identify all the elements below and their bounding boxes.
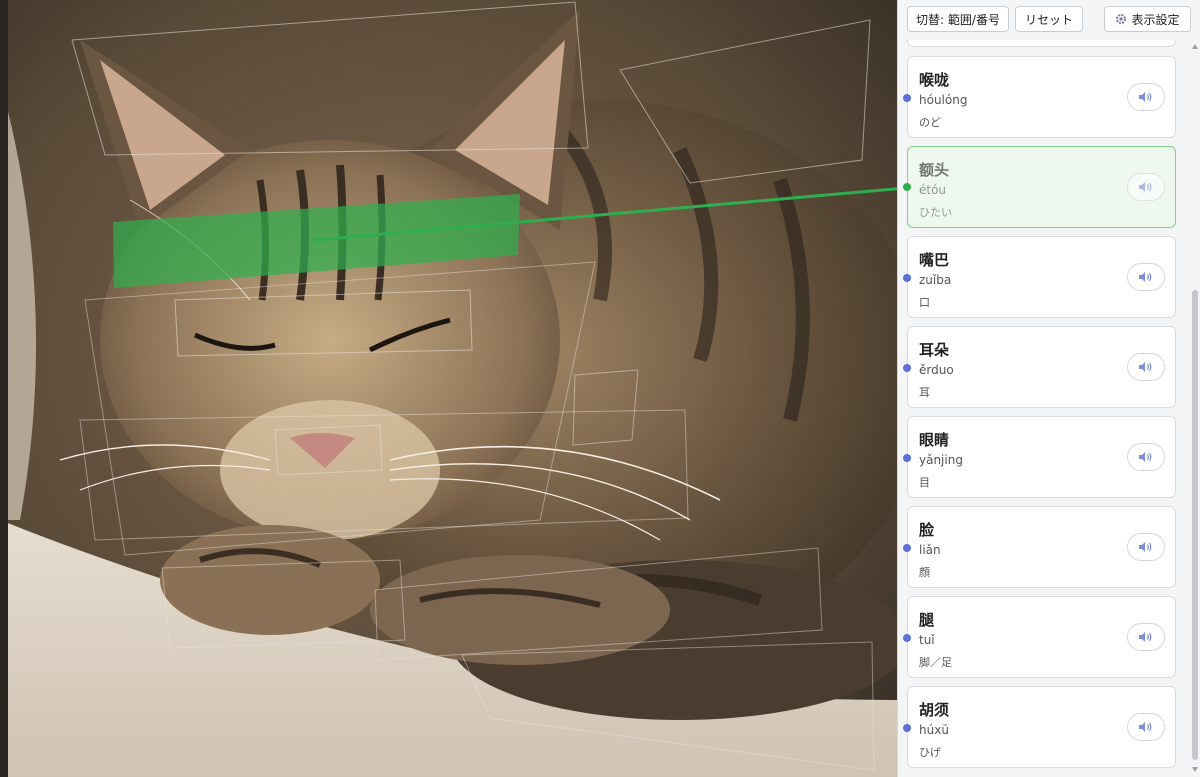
card-pinyin: yǎnjing (919, 453, 963, 467)
vocab-card[interactable]: 耳朵 ěrduo 耳 (903, 326, 1176, 408)
card-hanzi: 嘴巴 (919, 251, 950, 269)
speaker-button[interactable] (1127, 623, 1165, 651)
vocab-card[interactable]: 腿 tuǐ 脚／足 (903, 596, 1176, 678)
speaker-button[interactable] (1127, 353, 1165, 381)
card-hanzi: 耳朵 (919, 341, 950, 359)
marker-dot (903, 454, 911, 462)
speaker-button[interactable] (1127, 533, 1165, 561)
speaker-icon (1139, 182, 1152, 192)
card-gloss: のど (919, 116, 941, 129)
region-outline-tail (461, 641, 875, 771)
marker-dot (903, 274, 911, 282)
speaker-icon (1139, 362, 1152, 372)
card-hanzi: 额头 (919, 161, 950, 179)
marker-dot (903, 94, 911, 102)
card-gloss: ひげ (919, 746, 941, 759)
speaker-icon (1139, 542, 1152, 552)
card-pinyin: húxū (919, 723, 949, 737)
card-pinyin: zuǐba (919, 273, 952, 287)
speaker-button[interactable] (1127, 173, 1165, 201)
region-outline-eyes (174, 289, 473, 357)
region-outline-throat (79, 409, 689, 541)
speaker-icon (1139, 272, 1152, 282)
vocab-card-selected[interactable]: 额头 étóu ひたい (903, 146, 1176, 228)
region-outline-paws (161, 559, 406, 649)
region-outline-nose (274, 424, 383, 476)
region-outline-ear-right (619, 19, 871, 184)
card-pinyin: ěrduo (919, 363, 954, 377)
speaker-button[interactable] (1127, 263, 1165, 291)
card-gloss: 耳 (919, 386, 930, 399)
speaker-icon (1139, 92, 1152, 102)
card-pinyin: liǎn (919, 543, 941, 557)
scroll-up-arrow-icon[interactable] (1192, 44, 1198, 49)
card-pinyin: hóulóng (919, 93, 968, 107)
region-outline-mouth (572, 369, 639, 446)
card-gloss: ひたい (919, 206, 952, 219)
speaker-button[interactable] (1127, 443, 1165, 471)
vocab-card[interactable]: 眼睛 yǎnjing 目 (903, 416, 1176, 498)
scroll-down-arrow-icon[interactable] (1192, 767, 1198, 772)
speaker-icon (1139, 722, 1152, 732)
region-outline-ears (71, 1, 589, 156)
marker-dot (903, 724, 911, 732)
card-gloss: 目 (919, 476, 930, 489)
speaker-button[interactable] (1127, 713, 1165, 741)
card-hanzi: 腿 (919, 611, 935, 629)
card-pinyin: étóu (919, 183, 947, 197)
region-outline-face (84, 261, 596, 556)
scrollbar-thumb[interactable] (1192, 290, 1198, 760)
region-outline-legs (374, 547, 823, 661)
vocab-card[interactable]: 喉咙 hóulóng のど (903, 56, 1176, 138)
card-gloss: 脚／足 (919, 656, 952, 669)
vocab-card[interactable]: 嘴巴 zuǐba 口 (903, 236, 1176, 318)
marker-dot (903, 634, 911, 642)
window-edge (0, 0, 8, 777)
card-hanzi: 眼睛 (919, 431, 950, 449)
marker-dot (903, 544, 911, 552)
speaker-icon (1139, 632, 1152, 642)
vocab-card-list[interactable]: 喉咙 hóulóng のど 额头 étóu ひたい 嘴巴 zuǐba 口 耳朵 … (898, 0, 1200, 777)
display-settings-label: 表示設定 (1131, 12, 1180, 27)
toggle-range-number-button[interactable]: 切替: 範囲/番号 (907, 6, 1009, 32)
card-hanzi: 脸 (919, 521, 935, 539)
gear-icon (1116, 14, 1127, 24)
vocab-card[interactable]: 胡须 húxū ひげ (903, 686, 1176, 768)
reset-button[interactable]: リセット (1015, 6, 1083, 32)
panel-toolbar: 切替: 範囲/番号 リセット 表示設定 (898, 0, 1200, 40)
speaker-icon (1139, 452, 1152, 462)
card-pinyin: tuǐ (919, 633, 935, 647)
display-settings-button[interactable]: 表示設定 (1104, 6, 1191, 32)
region-overlay (71, 1, 897, 771)
vocab-panel: 喉咙 hóulóng のど 额头 étóu ひたい 嘴巴 zuǐba 口 耳朵 … (897, 0, 1200, 777)
card-gloss: 顔 (919, 566, 930, 579)
marker-dot (903, 364, 911, 372)
card-hanzi: 喉咙 (919, 71, 950, 89)
marker-dot (903, 183, 911, 191)
card-hanzi: 胡须 (919, 701, 950, 719)
card-gloss: 口 (919, 296, 930, 309)
vocab-card[interactable]: 脸 liǎn 顔 (903, 506, 1176, 588)
photo-canvas[interactable] (0, 0, 897, 777)
speaker-button[interactable] (1127, 83, 1165, 111)
